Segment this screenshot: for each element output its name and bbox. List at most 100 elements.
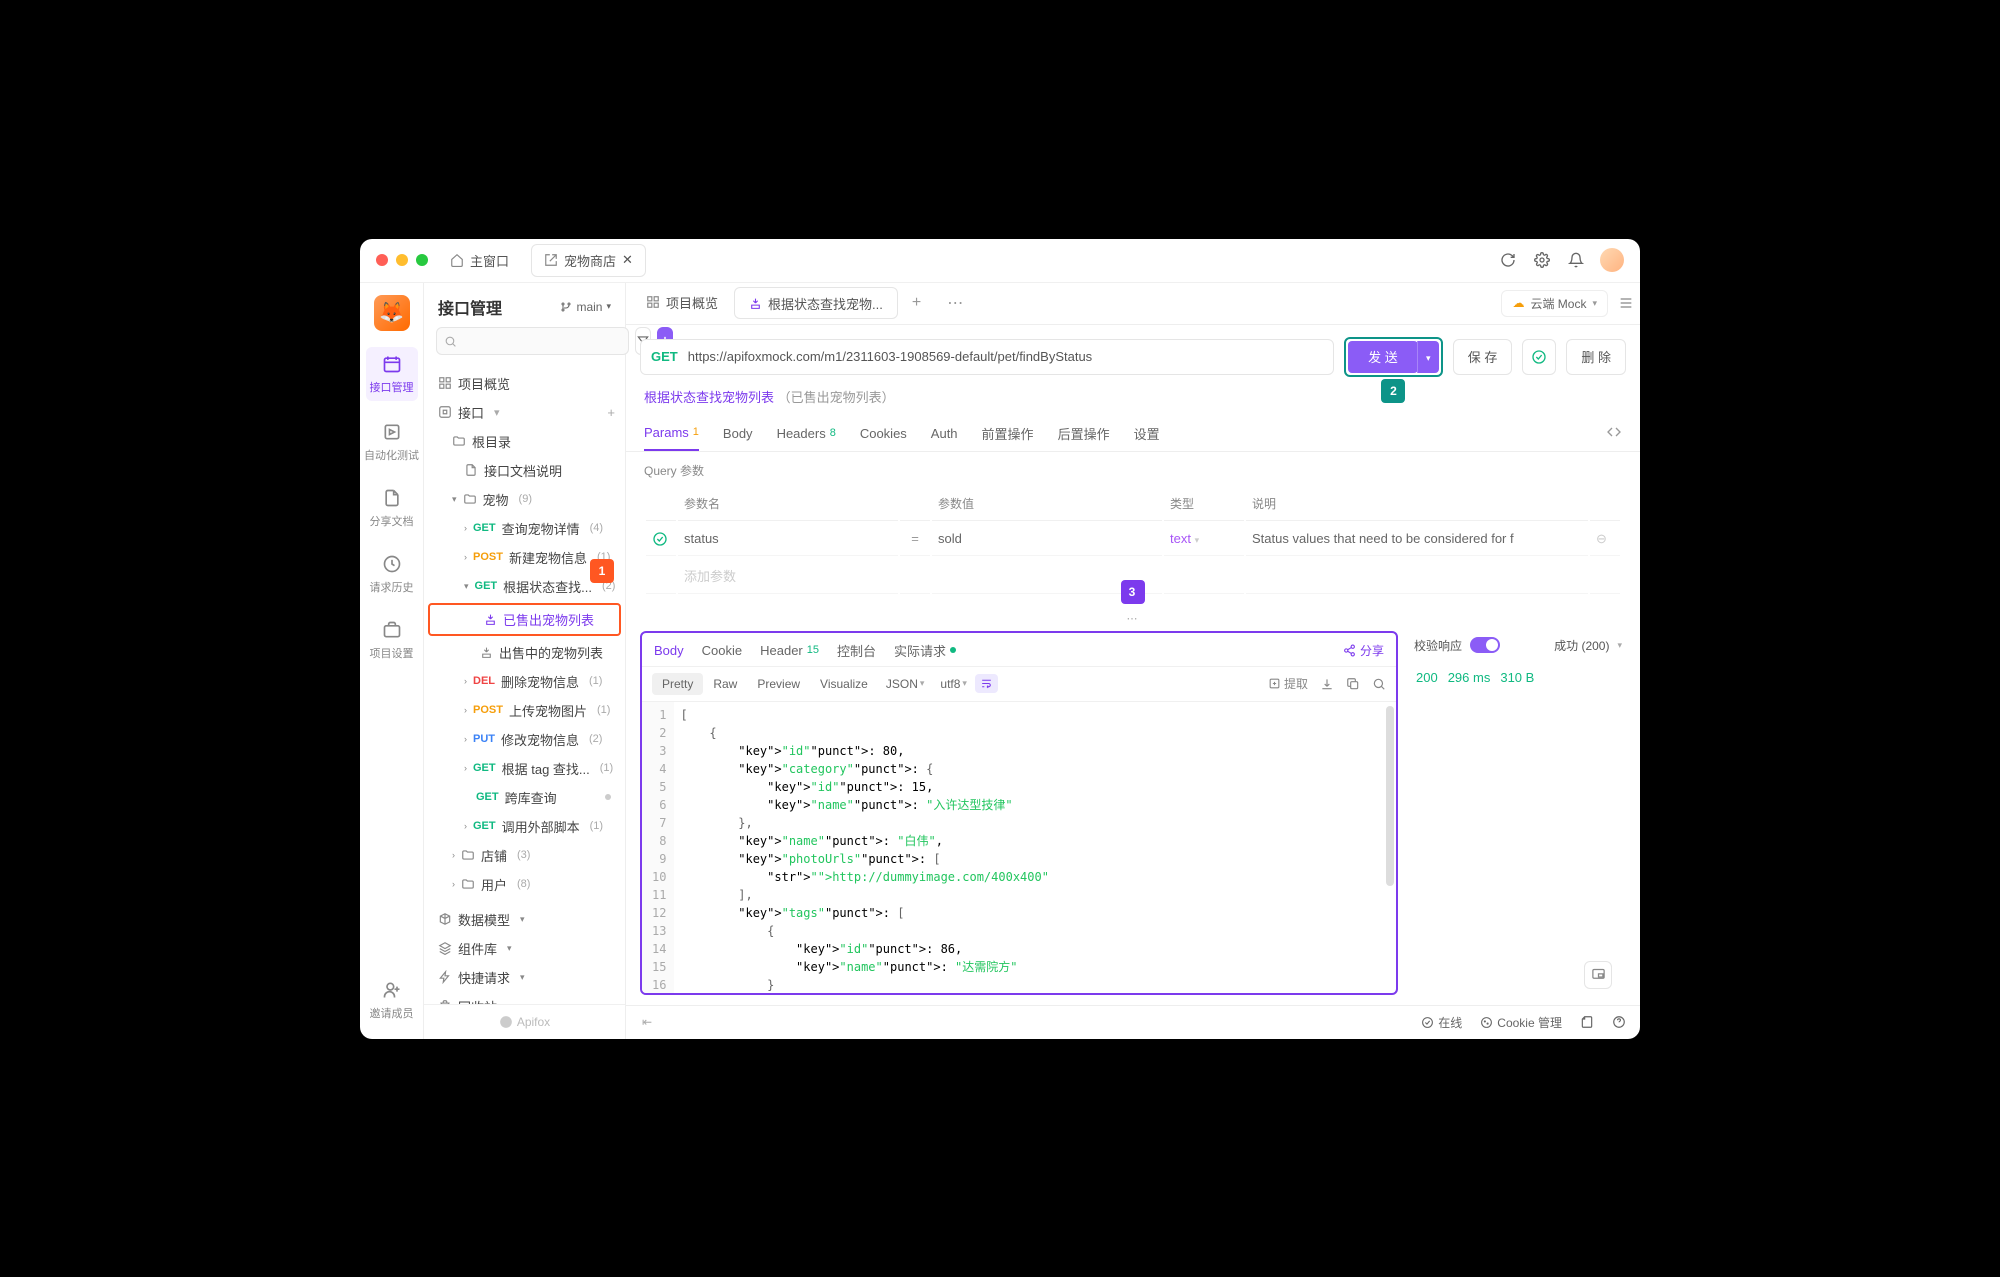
online-status[interactable]: 在线 (1421, 1014, 1462, 1031)
rail-automation[interactable]: 自动化测试 (360, 417, 423, 467)
environment-selector[interactable]: ☁ 云端 Mock ▾ (1501, 290, 1608, 317)
code-snippet-icon[interactable] (1606, 416, 1622, 451)
param-desc[interactable]: Status values that need to be considered… (1246, 523, 1588, 556)
close-tab-icon[interactable]: ✕ (622, 252, 633, 268)
minimize-window-icon[interactable] (396, 254, 408, 266)
cookie-management[interactable]: Cookie 管理 (1480, 1014, 1562, 1031)
subtab-settings[interactable]: 设置 (1134, 416, 1160, 451)
search-input[interactable] (436, 327, 629, 355)
rail-invite[interactable]: 邀请成员 (366, 975, 418, 1025)
add-item-icon[interactable]: + (607, 405, 615, 420)
add-param-placeholder[interactable]: 添加参数 (678, 558, 898, 594)
view-preview[interactable]: Preview (747, 673, 810, 695)
tree-api-item[interactable]: ›POST上传宠物图片(1) (424, 696, 625, 725)
tree-api-item[interactable]: GET跨库查询 (424, 783, 625, 812)
success-label[interactable]: 成功 (200) (1554, 637, 1609, 654)
param-value[interactable]: sold (932, 523, 1162, 556)
search-code-icon[interactable] (1372, 677, 1386, 691)
notification-icon[interactable] (1566, 250, 1586, 270)
rail-project-settings[interactable]: 项目设置 (366, 615, 418, 665)
save-button[interactable]: 保 存 (1453, 339, 1513, 375)
more-tabs-icon[interactable]: ⋯ (935, 293, 975, 313)
download-icon[interactable] (1320, 677, 1334, 691)
delete-button[interactable]: 删 除 (1566, 339, 1626, 375)
tree-api-item[interactable]: ›DEL删除宠物信息(1) (424, 667, 625, 696)
branch-selector[interactable]: main ▾ (560, 300, 611, 314)
wrap-lines-icon[interactable] (975, 674, 998, 693)
user-avatar[interactable] (1600, 248, 1624, 272)
send-button[interactable]: 发 送 (1348, 341, 1418, 373)
param-enabled-icon[interactable] (646, 523, 676, 556)
subtab-params[interactable]: Params1 (644, 416, 699, 451)
tools-icon[interactable] (1580, 1015, 1594, 1029)
resp-tab-console[interactable]: 控制台 (837, 641, 876, 660)
subtab-body[interactable]: Body (723, 416, 753, 451)
picture-in-picture-icon[interactable] (1584, 961, 1612, 989)
main-window-tab[interactable]: 主窗口 (438, 245, 521, 276)
tree-api-item[interactable]: ›PUT修改宠物信息(2) (424, 725, 625, 754)
collapse-sidebar-icon[interactable]: ⇤ (642, 1015, 652, 1029)
tree-user-folder[interactable]: ›用户(8) (424, 870, 625, 899)
layout-toggle-icon[interactable] (1618, 295, 1634, 311)
tree-case-selling[interactable]: 出售中的宠物列表 (424, 638, 625, 667)
close-window-icon[interactable] (376, 254, 388, 266)
tree-quick-request[interactable]: 快捷请求▾ (424, 963, 625, 992)
rail-api-management[interactable]: 接口管理 (366, 347, 418, 401)
project-tab[interactable]: 宠物商店 ✕ (531, 244, 646, 277)
param-name[interactable]: status (678, 523, 898, 556)
verify-toggle[interactable] (1470, 637, 1500, 653)
response-code-view[interactable]: 123456789101112131415161718 [ { "key">"i… (642, 702, 1396, 993)
tree-shop-folder[interactable]: ›店铺(3) (424, 841, 625, 870)
breadcrumb-api[interactable]: 根据状态查找宠物列表 (644, 390, 774, 405)
tree-api-item[interactable]: ›GET根据 tag 查找...(1) (424, 754, 625, 783)
param-type[interactable]: text ▾ (1164, 523, 1244, 556)
tree-api-root[interactable]: 接口▾+ (424, 398, 625, 427)
format-selector[interactable]: JSON▾ (878, 673, 933, 695)
tab-project-overview[interactable]: 项目概览 (632, 287, 732, 319)
view-visualize[interactable]: Visualize (810, 673, 878, 695)
subtab-pre-script[interactable]: 前置操作 (982, 416, 1034, 451)
param-row[interactable]: status = sold text ▾ Status values that … (646, 523, 1620, 556)
remove-param-icon[interactable]: ⊖ (1590, 523, 1620, 556)
tree-data-model[interactable]: 数据模型▾ (424, 905, 625, 934)
send-dropdown-button[interactable]: ▾ (1417, 341, 1439, 373)
maximize-window-icon[interactable] (416, 254, 428, 266)
tree-api-item[interactable]: ›GET调用外部脚本(1) (424, 812, 625, 841)
tree-components[interactable]: 组件库▾ (424, 934, 625, 963)
subtab-headers[interactable]: Headers8 (777, 416, 836, 451)
refresh-icon[interactable] (1498, 250, 1518, 270)
tree-project-overview[interactable]: 项目概览 (424, 369, 625, 398)
tree-pet-folder[interactable]: ▾宠物(9) (424, 485, 625, 514)
response-divider[interactable]: 3 ⋯ (626, 606, 1640, 631)
subtab-post-script[interactable]: 后置操作 (1058, 416, 1110, 451)
resp-tab-body[interactable]: Body (654, 643, 684, 658)
subtab-auth[interactable]: Auth (931, 416, 958, 451)
extract-button[interactable]: 提取 (1268, 675, 1308, 692)
scrollbar[interactable] (1386, 706, 1394, 886)
help-icon[interactable] (1612, 1015, 1626, 1029)
validate-button[interactable] (1522, 339, 1556, 375)
view-raw[interactable]: Raw (703, 673, 747, 695)
rail-share-docs[interactable]: 分享文档 (366, 483, 418, 533)
copy-icon[interactable] (1346, 677, 1360, 691)
app-logo-icon[interactable]: 🦊 (374, 295, 410, 331)
view-pretty[interactable]: Pretty (652, 673, 703, 695)
url-input-box[interactable]: GET https://apifoxmock.com/m1/2311603-19… (640, 339, 1334, 375)
tree-case-sold[interactable]: 已售出宠物列表 (428, 603, 621, 636)
resp-tab-header[interactable]: Header15 (760, 643, 819, 658)
subtab-cookies[interactable]: Cookies (860, 416, 907, 451)
resp-tab-actual[interactable]: 实际请求 (894, 641, 956, 660)
tab-active-api[interactable]: 根据状态查找宠物... (734, 287, 898, 319)
tree-label: 快捷请求 (458, 968, 510, 987)
add-tab-button[interactable]: + (900, 294, 933, 312)
tree-doc-item[interactable]: 接口文档说明 (424, 456, 625, 485)
tree-trash[interactable]: 回收站 (424, 992, 625, 1004)
tree-root-dir[interactable]: 根目录 (424, 427, 625, 456)
tree-api-item[interactable]: ›GET查询宠物详情(4) (424, 514, 625, 543)
settings-icon[interactable] (1532, 250, 1552, 270)
chevron-down-icon: ▾ (452, 494, 457, 505)
share-response-button[interactable]: 分享 (1343, 642, 1384, 659)
encoding-selector[interactable]: utf8▾ (932, 673, 975, 695)
resp-tab-cookie[interactable]: Cookie (702, 643, 742, 658)
rail-history[interactable]: 请求历史 (366, 549, 418, 599)
